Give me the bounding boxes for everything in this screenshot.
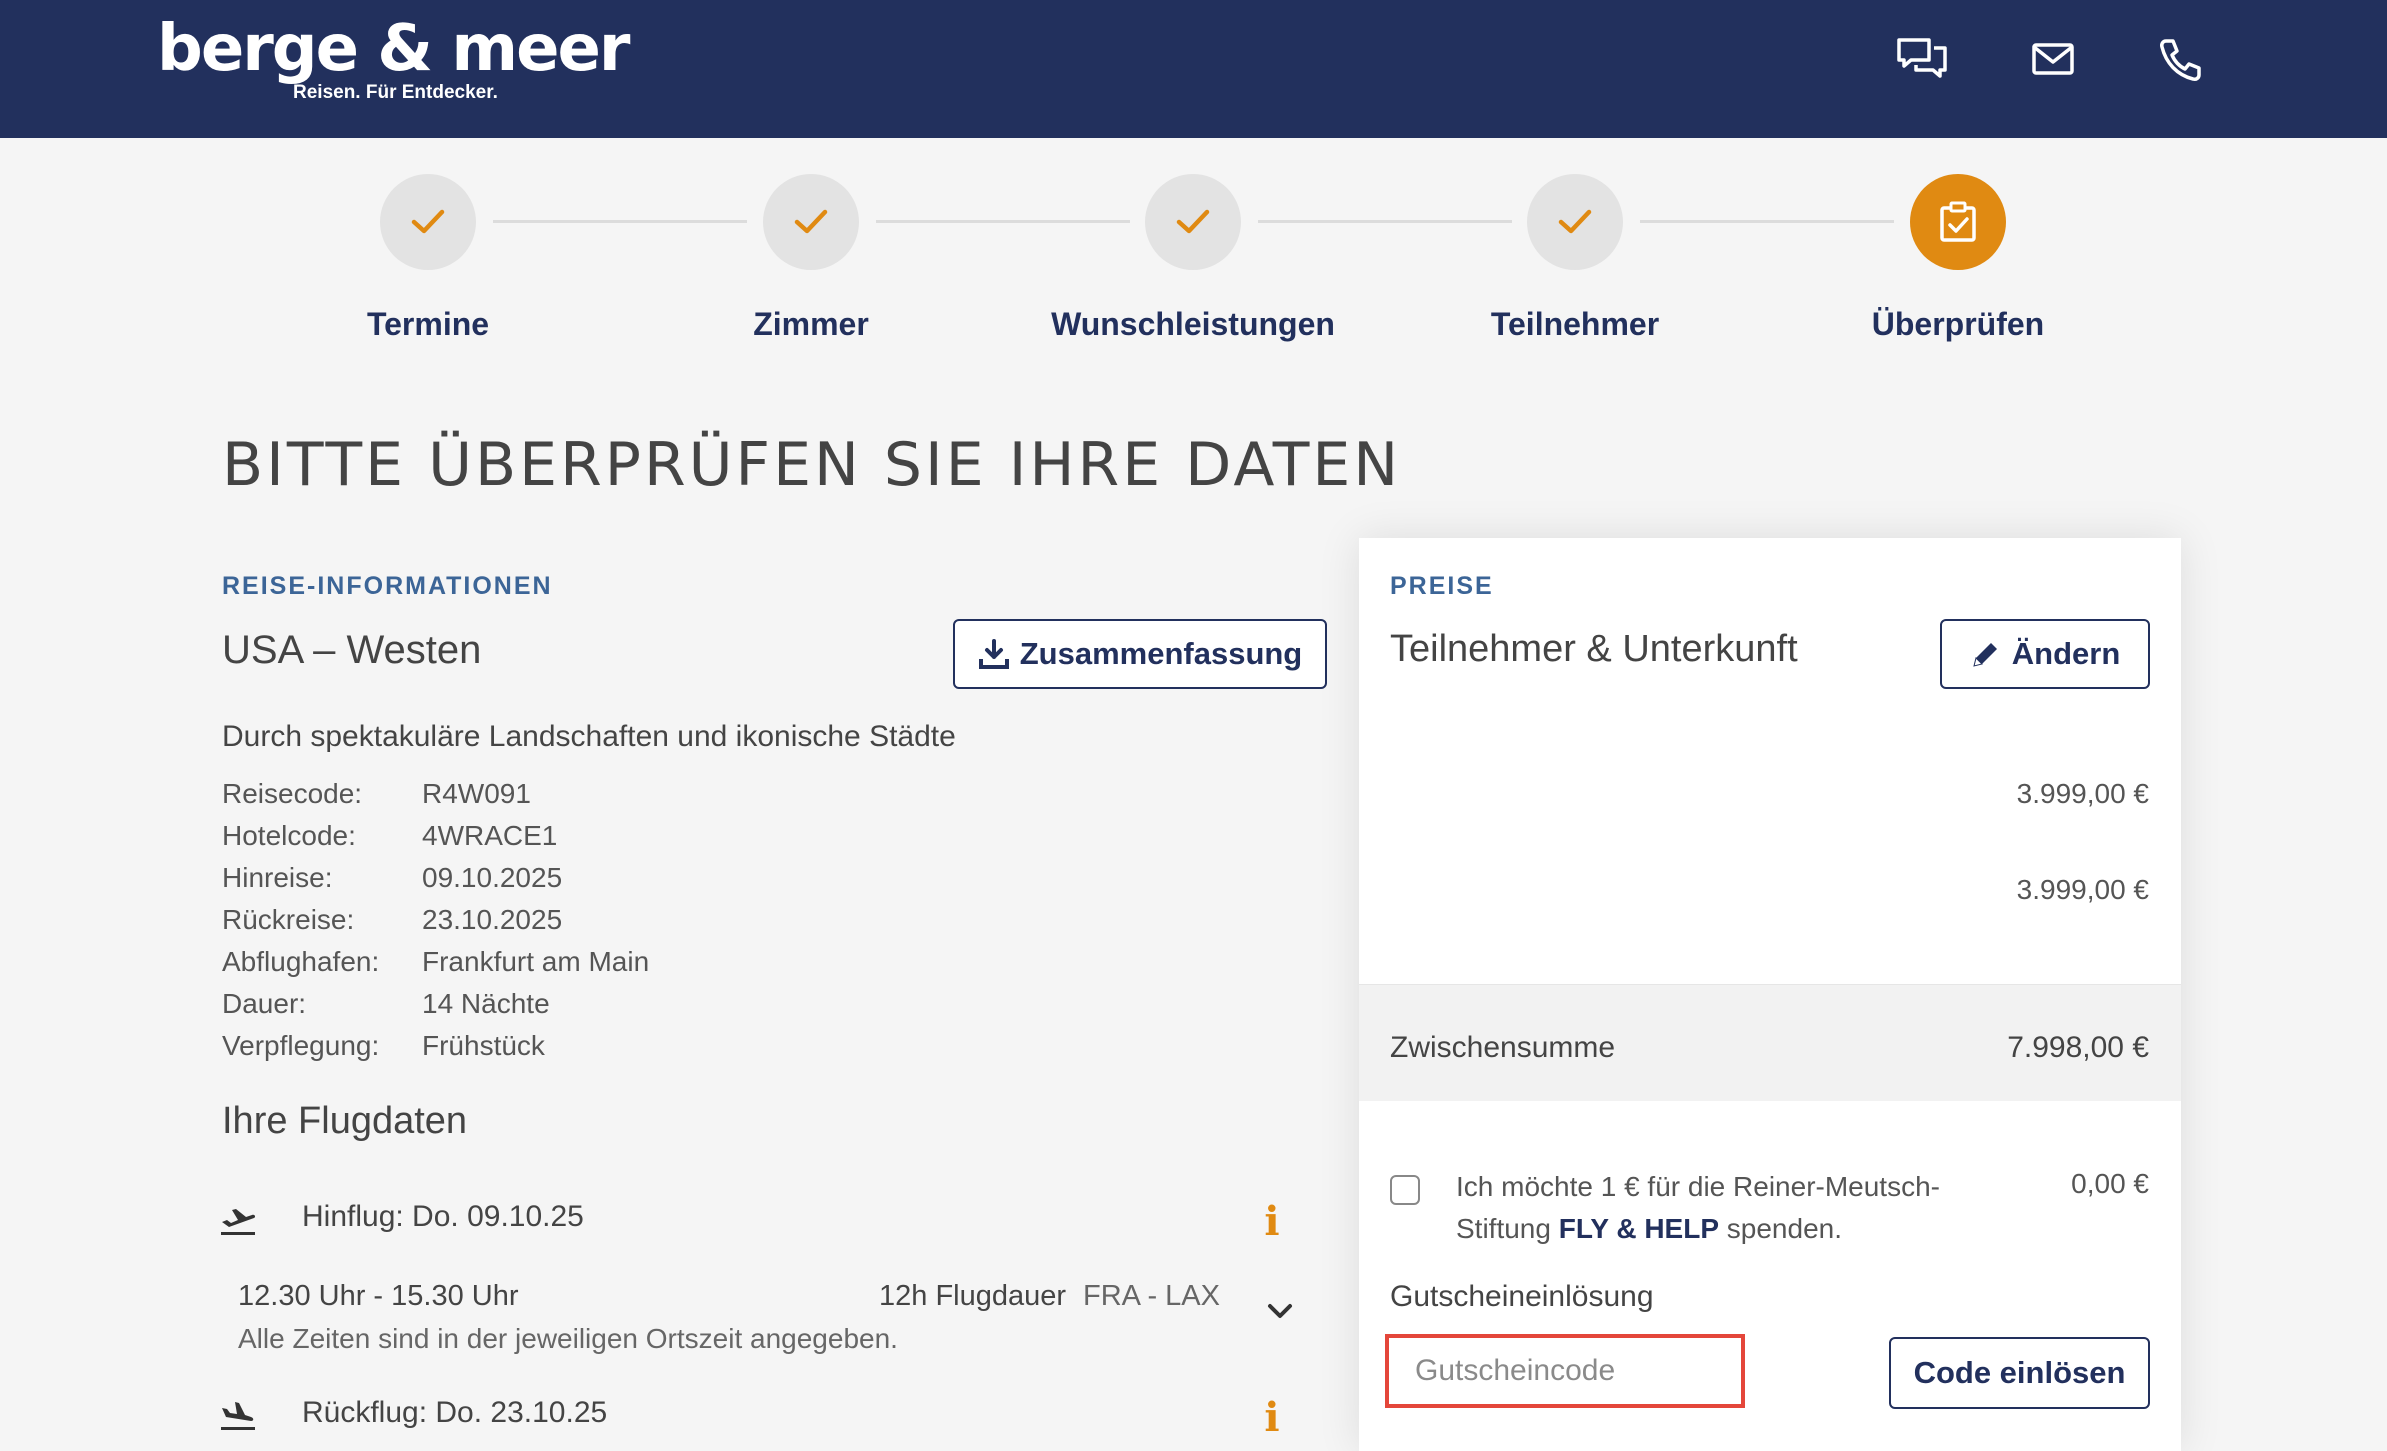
step-zimmer-label[interactable]: Zimmer — [611, 306, 1011, 343]
summary-button-label: Zusammenfassung — [1019, 636, 1303, 671]
detail-row-reisecode: Reisecode: R4W091 — [222, 778, 531, 810]
donation-text-part: spenden. — [1719, 1213, 1842, 1244]
detail-value: R4W091 — [422, 778, 531, 809]
step-connector — [876, 220, 1130, 223]
prices-section-label: PREISE — [1390, 572, 1494, 600]
step-zimmer-circle[interactable] — [763, 174, 859, 270]
logo-text: berge & meer — [157, 12, 630, 86]
site-header: berge & meer Reisen. Für Entdecker. — [0, 0, 2387, 138]
detail-value: Frankfurt am Main — [422, 946, 650, 977]
voucher-code-input[interactable] — [1385, 1334, 1745, 1408]
step-connector — [493, 220, 747, 223]
detail-label: Rückreise: — [222, 904, 355, 935]
chevron-down-icon[interactable] — [1264, 1300, 1296, 1324]
edit-button[interactable]: Ändern — [1940, 619, 2150, 689]
trip-section-label: REISE-INFORMATIONEN — [222, 572, 553, 600]
detail-value: 23.10.2025 — [422, 904, 563, 935]
prices-title: Teilnehmer & Unterkunft — [1390, 628, 1798, 670]
detail-label: Reisecode: — [222, 778, 363, 809]
info-icon[interactable]: i — [1260, 1202, 1284, 1242]
check-icon — [1176, 209, 1210, 234]
edit-button-label: Ändern — [2011, 636, 2121, 671]
flights-heading: Ihre Flugdaten — [222, 1100, 468, 1142]
step-ueberpruefen-circle — [1910, 174, 2006, 270]
detail-label: Verpflegung: — [222, 1030, 380, 1061]
donation-brand: FLY & HELP — [1558, 1213, 1719, 1244]
detail-row-dauer: Dauer: 14 Nächte — [222, 988, 550, 1020]
price-panel: PREISE Teilnehmer & Unterkunft Ändern 3.… — [1359, 538, 2181, 1451]
donation-checkbox[interactable] — [1390, 1175, 1420, 1205]
outbound-route: FRA - LAX — [1083, 1280, 1220, 1312]
step-termine-circle[interactable] — [380, 174, 476, 270]
step-connector — [1640, 220, 1894, 223]
summary-download-button[interactable]: Zusammenfassung — [953, 619, 1327, 689]
step-connector — [1258, 220, 1512, 223]
step-teilnehmer-label[interactable]: Teilnehmer — [1375, 306, 1775, 343]
detail-value: Frühstück — [422, 1030, 545, 1061]
detail-label: Hotelcode: — [222, 820, 356, 851]
pencil-icon — [1973, 643, 1997, 667]
page-title: BITTE ÜBERPRÜFEN SIE IHRE DATEN — [222, 430, 1402, 500]
clipboard-check-icon — [1940, 201, 1976, 242]
donation-price: 0,00 € — [2071, 1168, 2149, 1199]
info-icon[interactable]: i — [1260, 1398, 1284, 1438]
step-teilnehmer-circle[interactable] — [1527, 174, 1623, 270]
trip-title: USA – Westen — [222, 628, 482, 672]
detail-row-hotelcode: Hotelcode: 4WRACE1 — [222, 820, 557, 852]
step-ueberpruefen-label: Überprüfen — [1871, 306, 2045, 342]
donation-text: Ich möchte 1 € für die Reiner-Meutsch-St… — [1456, 1166, 2016, 1250]
check-icon — [794, 209, 828, 234]
redeem-button-label: Code einlösen — [1913, 1355, 2126, 1390]
time-zone-note: Alle Zeiten sind in der jeweiligen Ortsz… — [238, 1323, 898, 1354]
return-flight-label: Rückflug: Do. 23.10.25 — [302, 1396, 608, 1429]
detail-label: Abflughafen: — [222, 946, 380, 977]
trip-subtitle: Durch spektakuläre Landschaften und ikon… — [222, 720, 956, 753]
check-icon — [1558, 209, 1592, 234]
detail-label: Dauer: — [222, 988, 307, 1019]
voucher-label: Gutscheineinlösung — [1390, 1280, 1654, 1313]
logo[interactable]: berge & meer Reisen. Für Entdecker. — [157, 10, 630, 103]
detail-row-verpflegung: Verpflegung: Frühstück — [222, 1030, 545, 1062]
price-item: 3.999,00 € — [2016, 874, 2149, 905]
detail-value: 14 Nächte — [422, 988, 550, 1019]
price-item: 3.999,00 € — [2016, 778, 2149, 809]
step-wunschleistungen-circle[interactable] — [1145, 174, 1241, 270]
outbound-times: 12.30 Uhr - 15.30 Uhr — [238, 1280, 519, 1312]
subtotal-value: 7.998,00 € — [2007, 1031, 2149, 1064]
detail-value: 4WRACE1 — [422, 820, 558, 851]
step-wunschleistungen-label[interactable]: Wunschleistungen — [993, 306, 1393, 343]
chat-icon[interactable] — [1894, 32, 1950, 88]
detail-row-rueckreise: Rückreise: 23.10.2025 — [222, 904, 562, 936]
detail-label: Hinreise: — [222, 862, 333, 893]
detail-value: 09.10.2025 — [422, 862, 563, 893]
plane-landing-icon — [218, 1395, 258, 1435]
subtotal-label: Zwischensumme — [1390, 1031, 1616, 1064]
mail-icon[interactable] — [2025, 32, 2081, 88]
phone-icon[interactable] — [2152, 32, 2208, 88]
check-icon — [411, 209, 445, 234]
plane-takeoff-icon — [218, 1200, 258, 1240]
redeem-code-button[interactable]: Code einlösen — [1889, 1337, 2150, 1409]
outbound-flight-label: Hinflug: Do. 09.10.25 — [302, 1200, 584, 1233]
logo-tagline: Reisen. Für Entdecker. — [293, 82, 498, 103]
subtotal-row: Zwischensumme 7.998,00 € — [1359, 984, 2181, 1101]
outbound-duration: 12h Flugdauer — [879, 1280, 1067, 1312]
step-termine-label[interactable]: Termine — [228, 306, 628, 343]
detail-row-abflughafen: Abflughafen: Frankfurt am Main — [222, 946, 649, 978]
download-icon — [978, 639, 1009, 669]
detail-row-hinreise: Hinreise: 09.10.2025 — [222, 862, 562, 894]
